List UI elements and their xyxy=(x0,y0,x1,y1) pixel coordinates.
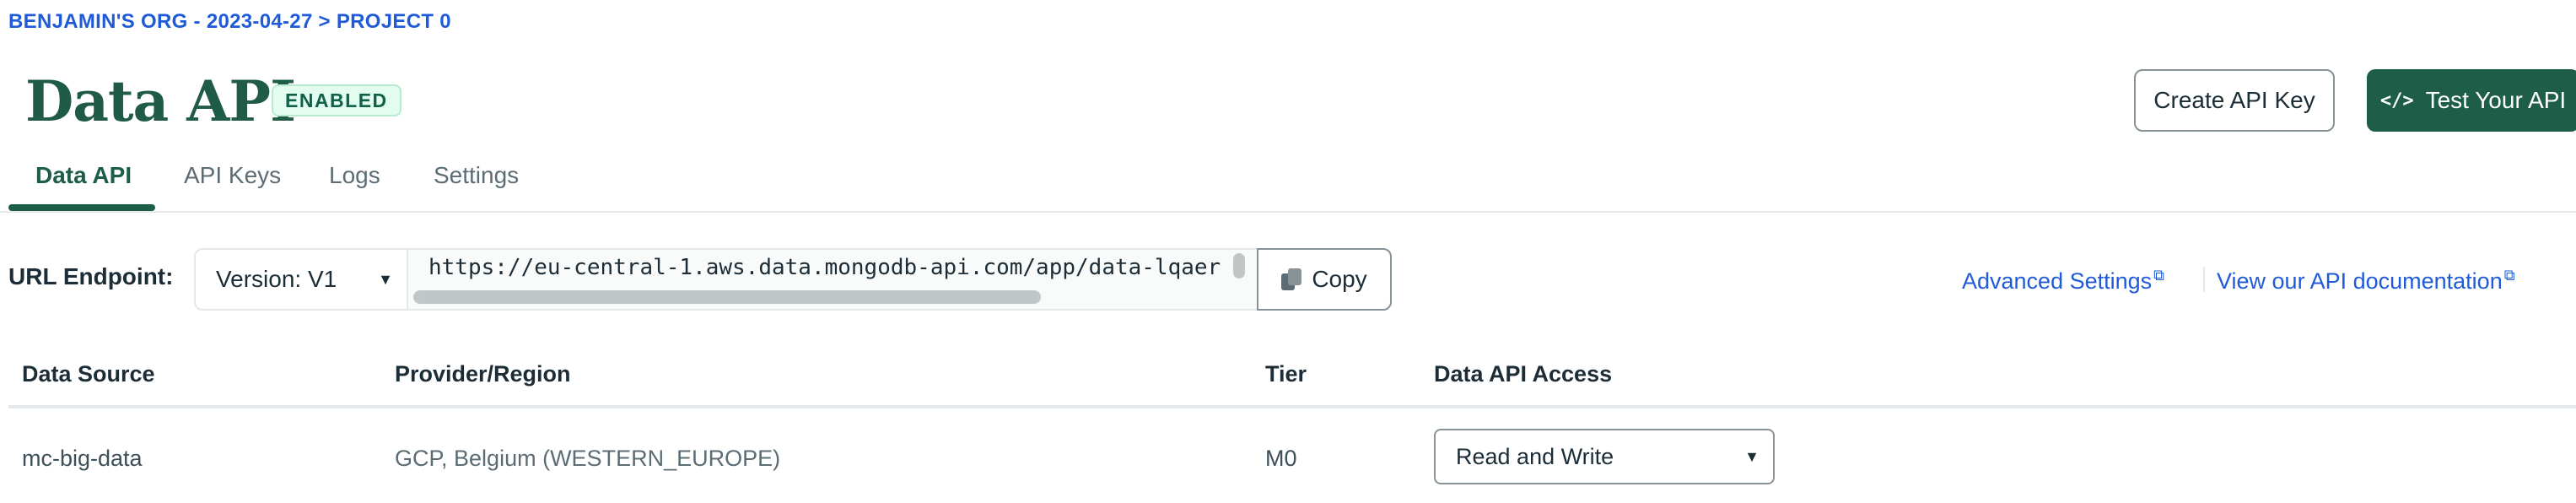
column-header-data-source: Data Source xyxy=(22,361,155,387)
column-header-data-api-access: Data API Access xyxy=(1434,361,1613,387)
create-api-key-label: Create API Key xyxy=(2153,87,2315,113)
url-endpoint-value[interactable]: https://eu-central-1.aws.data.mongodb-ap… xyxy=(428,255,1221,280)
data-api-access-select[interactable]: Read and Write ▼ xyxy=(1434,429,1775,484)
advanced-settings-link[interactable]: Advanced Settings ⧉ xyxy=(1962,267,2164,295)
external-link-icon: ⧉ xyxy=(2503,267,2515,284)
caret-down-icon: ▼ xyxy=(1744,448,1760,465)
api-documentation-link[interactable]: View our API documentation ⧉ xyxy=(2217,267,2515,295)
create-api-key-button[interactable]: Create API Key xyxy=(2134,69,2335,132)
tab-settings[interactable]: Settings xyxy=(434,162,519,189)
tab-bar: Data API API Keys Logs Settings xyxy=(0,152,2576,213)
version-select-value: Version: V1 xyxy=(216,266,337,292)
api-documentation-label: View our API documentation xyxy=(2217,268,2503,294)
status-badge: ENABLED xyxy=(272,84,401,116)
data-api-access-value: Read and Write xyxy=(1456,444,1614,469)
external-link-icon: ⧉ xyxy=(2153,267,2165,284)
caret-down-icon: ▼ xyxy=(378,271,393,288)
tab-api-keys[interactable]: API Keys xyxy=(184,162,281,189)
cell-data-source: mc-big-data xyxy=(22,446,143,471)
tab-data-api[interactable]: Data API xyxy=(35,162,132,189)
active-tab-indicator xyxy=(8,204,155,211)
cell-tier: M0 xyxy=(1265,446,1297,471)
version-select[interactable]: Version: V1 ▼ xyxy=(194,248,408,311)
page-title: Data API xyxy=(25,68,296,134)
breadcrumb[interactable]: BENJAMIN'S ORG - 2023-04-27 > PROJECT 0 xyxy=(8,10,451,34)
column-header-provider-region: Provider/Region xyxy=(395,361,571,387)
column-header-tier: Tier xyxy=(1265,361,1307,387)
test-your-api-button[interactable]: </> Test Your API xyxy=(2367,69,2576,132)
tab-logs[interactable]: Logs xyxy=(329,162,380,189)
copy-icon xyxy=(1281,268,1302,290)
url-endpoint-label: URL Endpoint: xyxy=(8,263,174,289)
link-divider xyxy=(2203,267,2205,292)
copy-label: Copy xyxy=(1312,266,1367,292)
advanced-settings-label: Advanced Settings xyxy=(1962,268,2153,294)
copy-button[interactable]: Copy xyxy=(1257,248,1392,311)
table-header-divider xyxy=(8,405,2576,408)
test-your-api-label: Test Your API xyxy=(2425,87,2567,113)
code-icon: </> xyxy=(2379,89,2414,111)
vertical-scrollbar[interactable] xyxy=(1233,253,1245,279)
cell-provider-region: GCP, Belgium (WESTERN_EUROPE) xyxy=(395,446,781,471)
horizontal-scrollbar[interactable] xyxy=(413,290,1041,304)
url-endpoint-field[interactable]: https://eu-central-1.aws.data.mongodb-ap… xyxy=(408,248,1257,311)
